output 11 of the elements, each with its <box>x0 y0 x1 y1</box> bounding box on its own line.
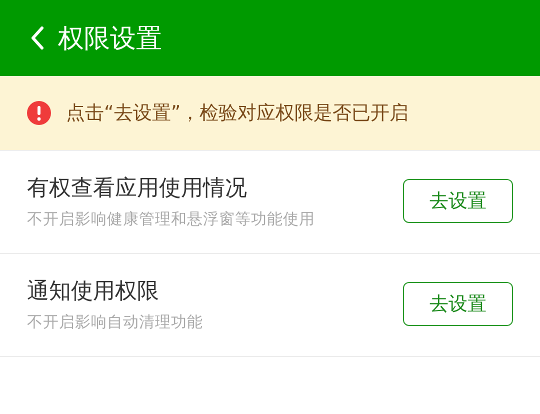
back-button[interactable] <box>30 26 44 50</box>
permission-description: 不开启影响健康管理和悬浮窗等功能使用 <box>27 209 316 230</box>
permission-description: 不开启影响自动清理功能 <box>27 312 204 332</box>
settings-button[interactable]: 去设置 <box>403 282 513 326</box>
page-title: 权限设置 <box>58 22 162 56</box>
notice-text: 点击“去设置”，检验对应权限是否已开启 <box>66 101 409 126</box>
permission-title: 通知使用权限 <box>27 278 160 306</box>
warning-icon <box>26 100 52 126</box>
settings-button[interactable]: 去设置 <box>403 179 513 224</box>
back-icon <box>30 26 44 50</box>
permission-title: 有权查看应用使用情况 <box>27 175 248 203</box>
